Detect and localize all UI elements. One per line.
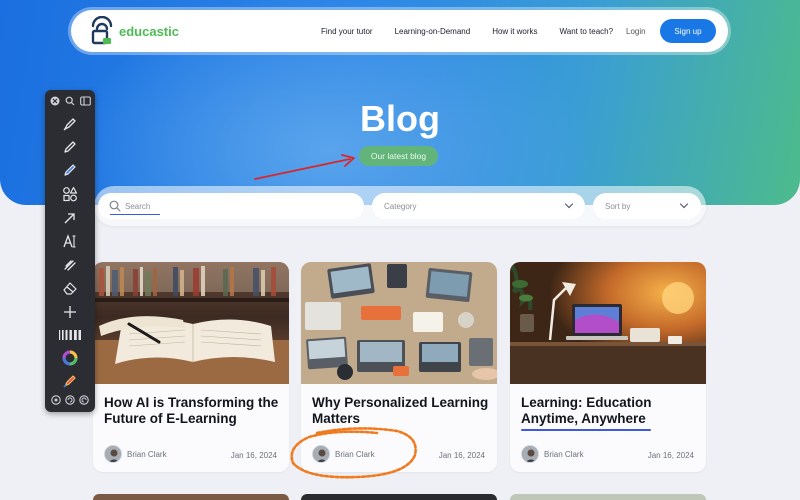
brand-name: educastic [119, 23, 179, 39]
nav-link-find-tutor[interactable]: Find your tutor [321, 27, 373, 36]
brand-logo[interactable]: educastic [89, 16, 179, 46]
chevron-down-icon [564, 203, 574, 209]
card-image-laptop-lamp [510, 262, 706, 384]
highlighter-tool[interactable] [58, 160, 82, 180]
crosshair-icon [64, 306, 76, 318]
author-name: Brian Clark [544, 449, 584, 459]
marker-tool[interactable] [58, 114, 82, 134]
blog-card-partial[interactable] [301, 494, 497, 500]
search-placeholder: Search [125, 202, 151, 211]
arrow-icon [64, 213, 75, 224]
eraser-tool[interactable] [58, 278, 82, 298]
shapes-tool[interactable] [58, 184, 82, 204]
arrow-tool[interactable] [58, 208, 82, 228]
card-title[interactable]: Learning: Education Anytime, Anywhere [521, 395, 701, 427]
blog-card[interactable]: How AI is Transforming the Future of E-L… [93, 262, 289, 472]
sort-placeholder: Sort by [605, 202, 631, 211]
author-name: Brian Clark [127, 449, 167, 459]
color-wheel-tool[interactable] [58, 348, 82, 368]
pencil-icon [64, 141, 76, 153]
highlighter-icon [64, 164, 76, 176]
blog-card-partial[interactable] [93, 494, 289, 500]
card-title[interactable]: How AI is Transforming the Future of E-L… [104, 395, 284, 427]
card-image-books [93, 262, 289, 384]
category-placeholder: Category [384, 202, 417, 211]
annotation-toolbar [45, 90, 95, 412]
blur-icon [64, 260, 76, 271]
color-picker-icon [63, 375, 76, 388]
line-width-tool[interactable] [58, 325, 82, 345]
text-icon [63, 234, 76, 248]
hero-badge: Our latest blog [359, 146, 438, 166]
title-underline-annotation [521, 429, 651, 431]
post-date: Jan 16, 2024 [438, 451, 485, 460]
annotation-scribble [290, 427, 417, 479]
post-date: Jan 16, 2024 [647, 451, 694, 460]
top-navbar: educastic Find your tutor Learning-on-De… [71, 10, 728, 52]
avatar [104, 445, 122, 463]
zoom-icon[interactable] [65, 96, 75, 106]
search-underline [110, 214, 160, 215]
login-link[interactable]: Login [626, 27, 646, 36]
nav-link-how-it-works[interactable]: How it works [492, 27, 537, 36]
nav-link-want-to-teach[interactable]: Want to teach? [560, 27, 614, 36]
nav-links: Find your tutor Learning-on-Demand How i… [321, 10, 635, 52]
color-wheel-icon [62, 350, 78, 366]
marker-icon [63, 118, 76, 131]
annotation-arrow [254, 154, 355, 180]
logo-icon [91, 16, 113, 45]
settings-icon[interactable] [51, 395, 61, 405]
blur-tool[interactable] [58, 255, 82, 275]
search-icon [109, 200, 121, 212]
color-picker-tool[interactable] [58, 371, 82, 391]
page-title: Blog [360, 98, 440, 139]
chevron-down-icon [679, 203, 689, 209]
redo-icon[interactable] [79, 395, 89, 405]
sidebar-icon[interactable] [80, 96, 91, 106]
signup-button[interactable]: Sign up [660, 19, 716, 43]
search-input[interactable]: Search [98, 193, 364, 219]
nav-link-learning-on-demand[interactable]: Learning-on-Demand [395, 27, 471, 36]
post-date: Jan 16, 2024 [230, 451, 277, 460]
sort-select[interactable]: Sort by [593, 193, 701, 219]
avatar [521, 445, 539, 463]
crosshair-tool[interactable] [58, 302, 82, 322]
undo-icon[interactable] [65, 395, 75, 405]
blog-card[interactable]: Learning: Education Anytime, Anywhere Br… [510, 262, 706, 472]
category-select[interactable]: Category [372, 193, 585, 219]
toolbar-footer [45, 395, 95, 407]
line-width-icon [59, 330, 81, 340]
card-image-team-desk [301, 262, 497, 384]
blog-card-partial[interactable] [510, 494, 706, 500]
filter-bar: Search Category Sort by [94, 186, 706, 226]
close-icon[interactable] [50, 96, 60, 106]
card-title[interactable]: Why Personalized Learning Matters [312, 395, 492, 427]
text-tool[interactable] [58, 231, 82, 251]
eraser-icon [63, 282, 77, 295]
toolbar-header [45, 96, 95, 108]
card-author: Brian Clark [96, 445, 167, 463]
pencil-tool[interactable] [58, 137, 82, 157]
card-author: Brian Clark [513, 445, 584, 463]
shapes-icon [63, 186, 78, 202]
